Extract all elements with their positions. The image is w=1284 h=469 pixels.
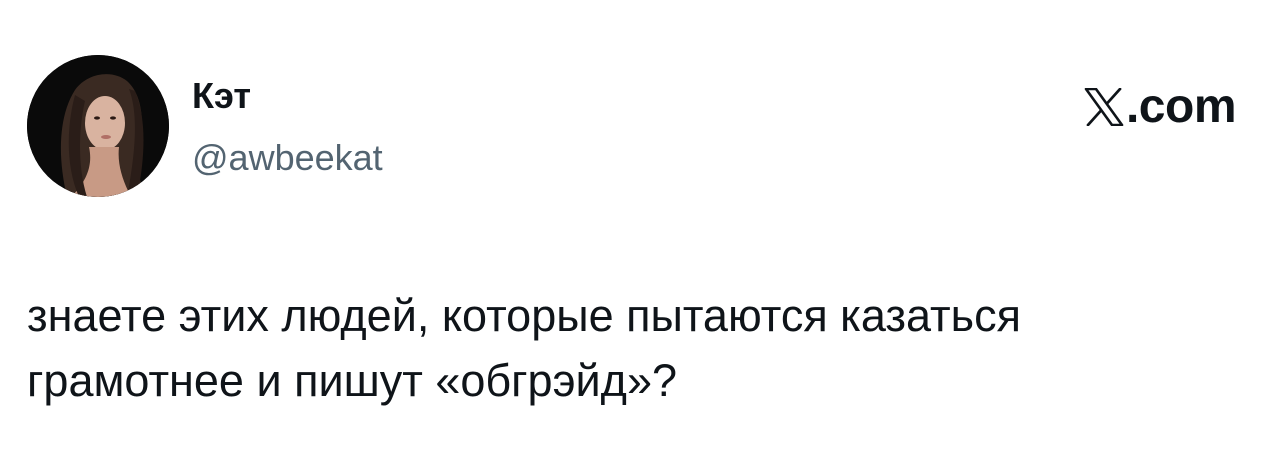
author-avatar[interactable] — [27, 55, 169, 197]
tweet-text-line: грамотнее и пишут «обгрэйд»? — [27, 355, 677, 406]
author-display-name[interactable]: Кэт — [192, 76, 251, 116]
brand-logo: .com — [1084, 80, 1237, 133]
avatar-photo — [27, 55, 169, 197]
author-handle[interactable]: @awbeekat — [192, 138, 383, 178]
brand-domain-label: .com — [1125, 80, 1237, 133]
x-logo-icon — [1084, 88, 1124, 126]
tweet-text-line: знаете этих людей, которые пытаются каза… — [27, 290, 1021, 341]
tweet-text: знаете этих людей, которые пытаются каза… — [27, 283, 1267, 413]
